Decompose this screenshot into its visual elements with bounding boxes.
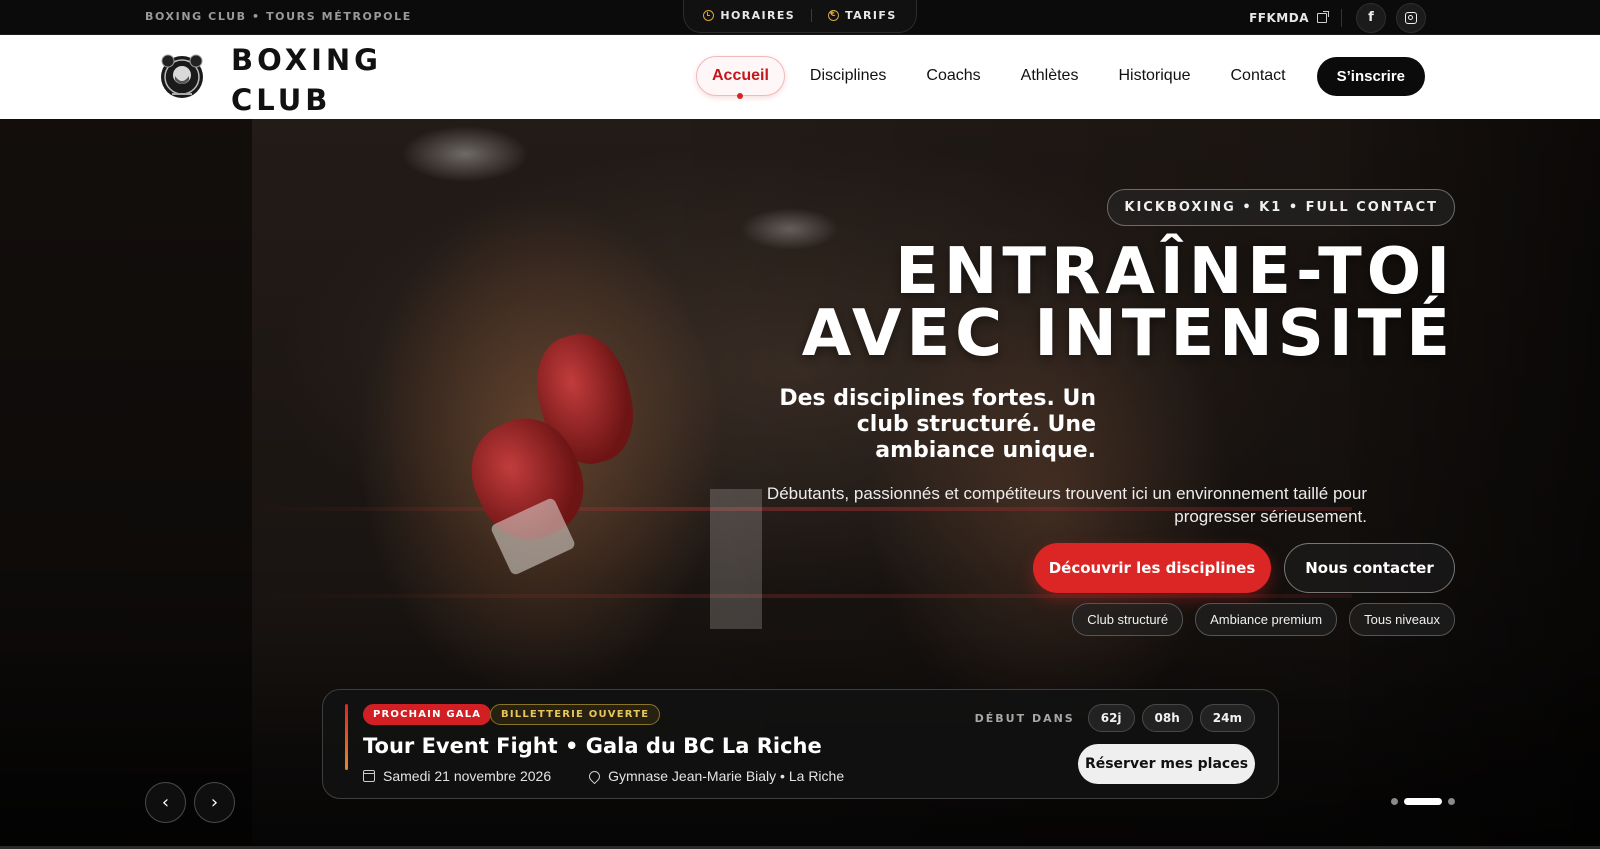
facebook-button[interactable]: f: [1356, 2, 1386, 33]
countdown-minutes: 24m: [1199, 704, 1255, 732]
tarifs-link[interactable]: TARIFS: [828, 9, 897, 22]
boxing-club-crest-icon: [161, 54, 203, 98]
nav-item-disciplines[interactable]: Disciplines: [795, 57, 901, 95]
next-event-card: PROCHAIN GALA BILLETTERIE OUVERTE Tour E…: [322, 689, 1279, 799]
club-logo[interactable]: [158, 49, 206, 101]
event-meta: Samedi 21 novembre 2026 Gymnase Jean-Mar…: [363, 768, 844, 784]
external-link-icon: [1317, 10, 1329, 23]
countdown-label: DÉBUT DANS: [974, 711, 1075, 725]
nav-item-coachs[interactable]: Coachs: [911, 57, 995, 95]
event-countdown: DÉBUT DANS 62j 08h 24m: [975, 704, 1255, 732]
club-tagline: BOXING CLUB • TOURS MÉTROPOLE: [145, 10, 412, 23]
hero-headline: ENTRAÎNE-TOI AVEC INTENSITÉ: [801, 235, 1455, 371]
nav-item-historique[interactable]: Historique: [1103, 57, 1205, 95]
ffkmda-link[interactable]: FFKMDA: [1249, 10, 1329, 25]
chip-club-structure: Club structuré: [1072, 603, 1184, 636]
event-venue: Gymnase Jean-Marie Bialy • La Riche: [608, 768, 845, 784]
instagram-button[interactable]: [1396, 2, 1426, 33]
discover-disciplines-button[interactable]: Découvrir les disciplines: [1033, 543, 1271, 593]
event-date: Samedi 21 novembre 2026: [383, 768, 552, 784]
location-pin-icon: [586, 768, 603, 784]
countdown-hours: 08h: [1141, 704, 1193, 732]
horaires-link[interactable]: HORAIRES: [703, 9, 795, 22]
divider: [811, 8, 813, 22]
horaires-label: HORAIRES: [720, 8, 796, 22]
carousel-dot[interactable]: [1448, 798, 1455, 805]
signup-button[interactable]: S’inscrire: [1316, 56, 1425, 96]
euro-coin-icon: [828, 9, 840, 21]
ffkmda-label: FFKMDA: [1249, 10, 1309, 25]
instagram-icon: [1405, 11, 1417, 24]
clock-icon: [703, 9, 715, 21]
next-gala-badge: PROCHAIN GALA: [363, 704, 492, 725]
contact-us-button[interactable]: Nous contacter: [1284, 543, 1455, 593]
headline-line-2: AVEC INTENSITÉ: [801, 297, 1455, 371]
nav-item-athletes[interactable]: Athlètes: [1006, 57, 1094, 95]
nav-item-contact[interactable]: Contact: [1215, 57, 1300, 95]
wordmark-line-2: CLUB: [231, 83, 332, 117]
top-utility-bar: BOXING CLUB • TOURS MÉTROPOLE HORAIRES T…: [0, 0, 1600, 35]
divider: [1341, 8, 1342, 27]
quick-links-pill: HORAIRES TARIFS: [683, 0, 917, 33]
carousel-dot-active[interactable]: [1404, 798, 1442, 805]
event-accent-bar: [345, 704, 348, 770]
chip-ambiance-premium: Ambiance premium: [1195, 603, 1338, 636]
facebook-icon: f: [1368, 10, 1374, 25]
ticketing-open-badge: BILLETTERIE OUVERTE: [490, 704, 661, 725]
chip-tous-niveaux: Tous niveaux: [1349, 603, 1455, 636]
main-navbar: BOXING CLUB Accueil Disciplines Coachs A…: [0, 35, 1600, 119]
nav-item-accueil[interactable]: Accueil: [696, 56, 785, 99]
headline-line-1: ENTRAÎNE-TOI: [895, 235, 1455, 309]
hero-section: KICKBOXING • K1 • FULL CONTACT ENTRAÎNE-…: [0, 119, 1600, 849]
hero-lead-text: Débutants, passionnés et compétiteurs tr…: [766, 484, 1367, 526]
carousel-next-button[interactable]: ›: [194, 782, 235, 823]
carousel-prev-button[interactable]: ‹: [145, 782, 186, 823]
tarifs-label: TARIFS: [845, 8, 897, 22]
chevron-left-icon: ‹: [161, 792, 170, 813]
wordmark-line-1: BOXING: [231, 43, 382, 77]
calendar-icon: [363, 770, 375, 782]
hero-subheadline: Des disciplines fortes. Un club structur…: [779, 386, 1096, 463]
club-wordmark[interactable]: BOXING CLUB: [231, 40, 382, 120]
reserve-seats-button[interactable]: Réserver mes places: [1078, 744, 1255, 784]
primary-nav: Accueil Disciplines Coachs Athlètes Hist…: [696, 56, 1425, 99]
carousel-dots: [1391, 798, 1455, 805]
chevron-right-icon: ›: [210, 792, 219, 813]
carousel-dot[interactable]: [1391, 798, 1398, 805]
feature-chips: Club structuré Ambiance premium Tous niv…: [1072, 603, 1455, 636]
topbar-right: FFKMDA f: [1249, 0, 1426, 35]
disciplines-tag: KICKBOXING • K1 • FULL CONTACT: [1107, 189, 1455, 226]
countdown-days: 62j: [1087, 704, 1135, 732]
event-title: Tour Event Fight • Gala du BC La Riche: [363, 734, 822, 758]
